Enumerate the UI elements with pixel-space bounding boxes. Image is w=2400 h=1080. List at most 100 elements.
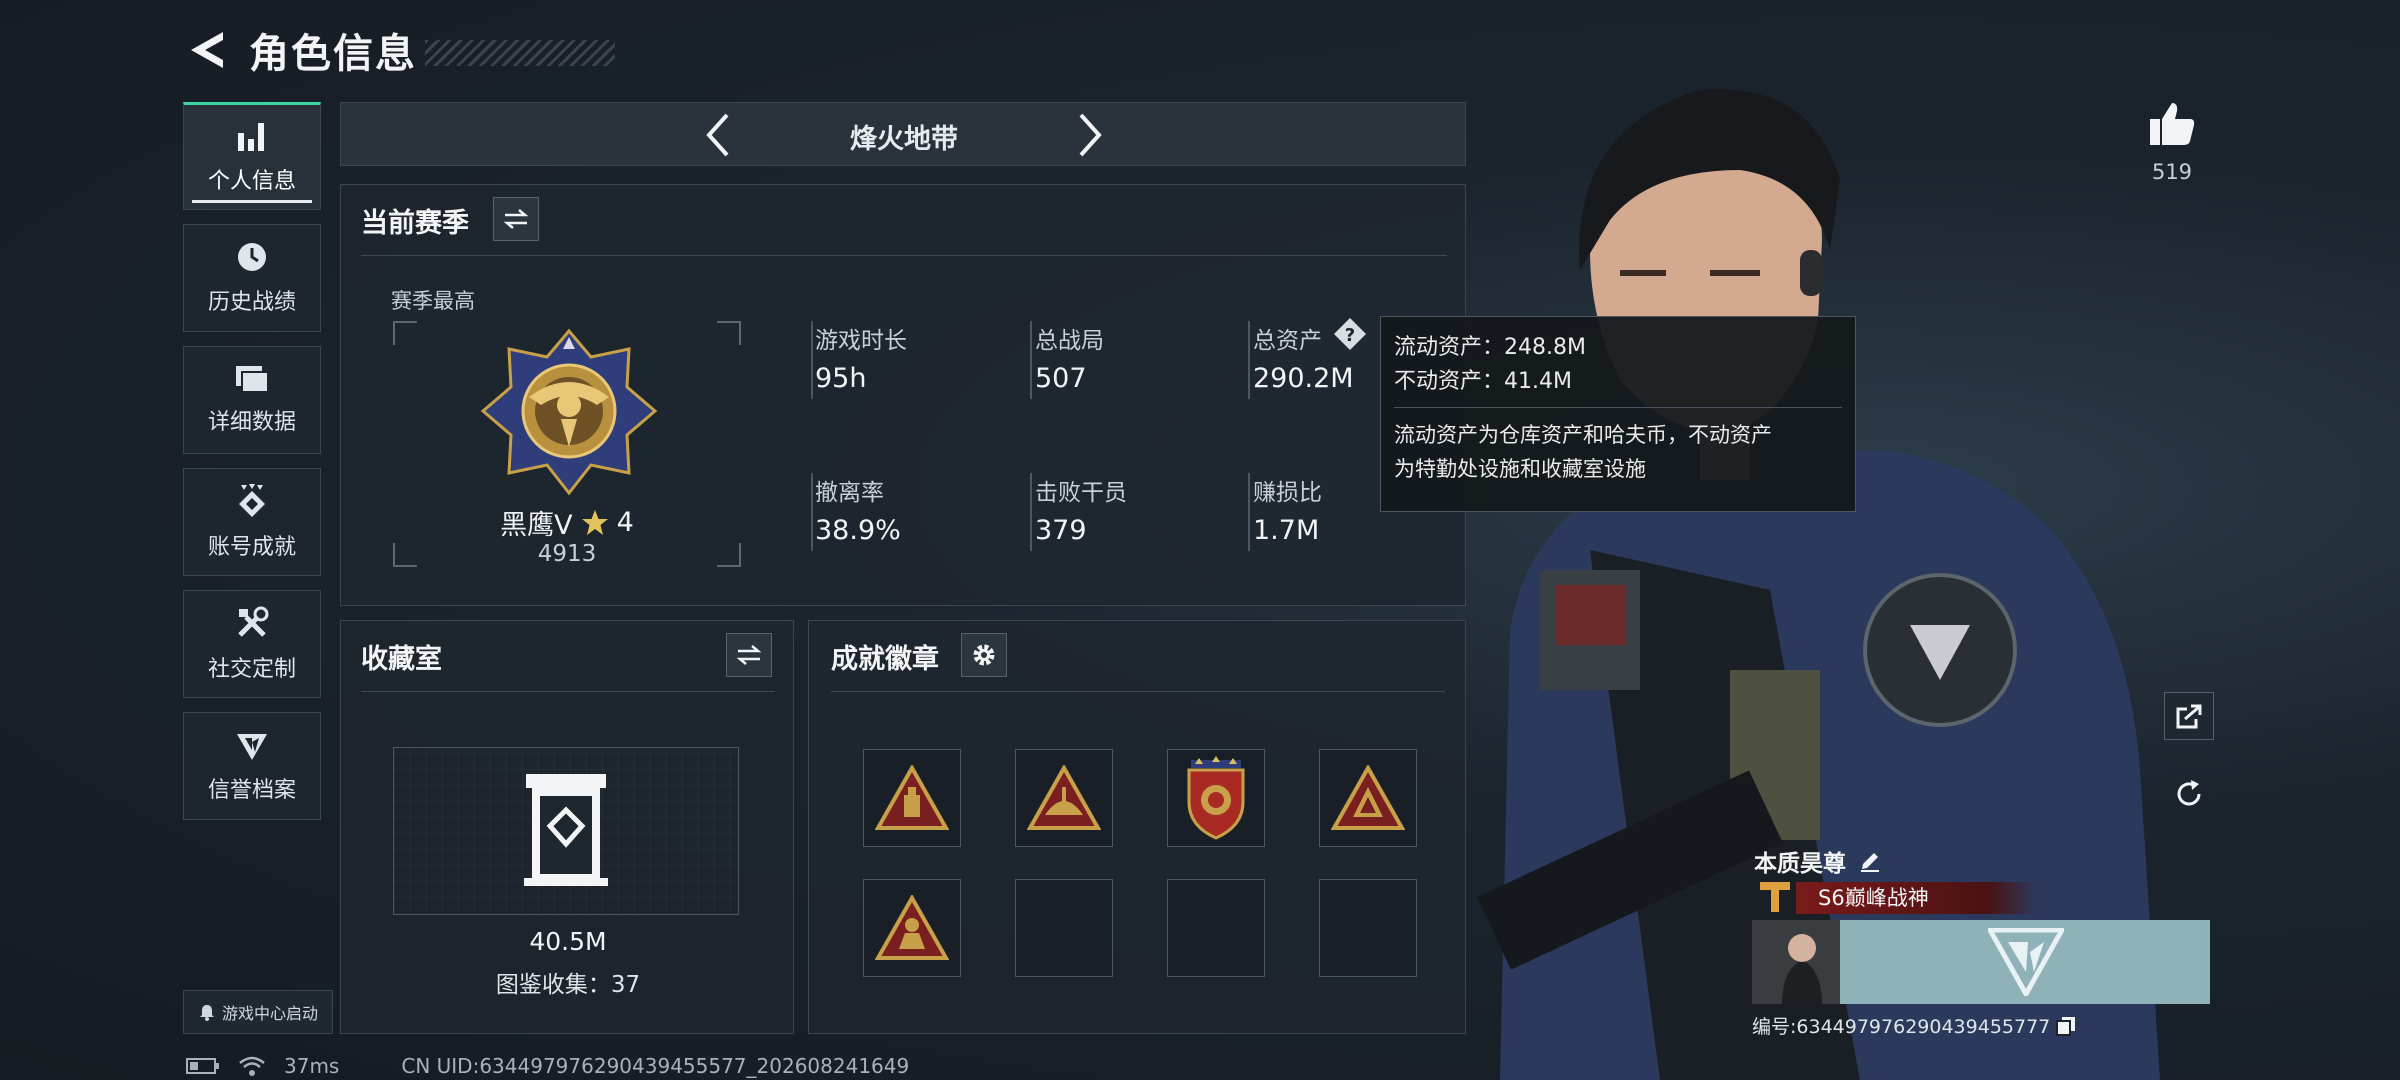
rotate-button[interactable] — [2164, 770, 2214, 818]
badges-panel: 成就徽章 — [808, 620, 1466, 1034]
achievement-icon — [239, 484, 265, 517]
chevron-right-icon — [1079, 113, 1102, 157]
asset-tooltip: 流动资产：248.8M 不动资产：41.4M 流动资产为仓库资产和哈夫币，不动资… — [1380, 316, 1856, 512]
stat-label: 赚损比 — [1253, 480, 1322, 506]
rank-stars: 4 — [616, 507, 634, 538]
svg-text:?: ? — [1345, 325, 1355, 346]
thumbs-up-icon — [2150, 103, 2195, 145]
edit-icon[interactable] — [1858, 849, 1882, 873]
badge-slot[interactable] — [863, 749, 961, 847]
stat-divider — [1248, 473, 1250, 551]
tooltip-divider — [1394, 407, 1842, 408]
sidebar-item-achievements[interactable]: 账号成就 — [183, 468, 321, 576]
collection-switch-button[interactable] — [726, 633, 772, 677]
swap-icon — [736, 645, 762, 665]
badges-settings-button[interactable] — [961, 633, 1007, 677]
sidebar-item-details[interactable]: 详细数据 — [183, 346, 321, 454]
sidebar-item-label: 账号成就 — [207, 535, 296, 560]
status-bar: 37ms CN UID:634497976290439455577_202608… — [186, 1054, 909, 1078]
sidebar-item-label: 详细数据 — [207, 410, 296, 435]
folder-icon — [236, 366, 269, 393]
battery-icon — [186, 1058, 219, 1074]
badge-slot[interactable] — [1319, 749, 1417, 847]
frame-corner — [717, 321, 741, 345]
sidebar-item-social[interactable]: 社交定制 — [183, 590, 321, 698]
shield-badge-icon — [1187, 756, 1245, 840]
header: 角色信息 — [185, 20, 615, 80]
sidebar-item-reputation[interactable]: 信誉档案 — [183, 712, 321, 820]
swap-icon — [503, 209, 529, 229]
mode-next-button[interactable] — [1065, 109, 1115, 161]
reputation-icon — [237, 734, 267, 760]
bell-icon — [199, 1005, 214, 1021]
sidebar-item-personal-info[interactable]: 个人信息 — [183, 102, 321, 210]
collection-panel: 收藏室 40.5M 图鉴收集：37 — [340, 620, 794, 1034]
wifi-icon — [239, 1056, 265, 1076]
badges-title: 成就徽章 — [831, 644, 939, 675]
like-button[interactable] — [2144, 96, 2200, 152]
back-arrow-icon — [191, 32, 223, 68]
help-icon: ? — [1334, 318, 1366, 350]
tools-icon — [238, 606, 269, 637]
badge-slot-empty[interactable] — [1015, 879, 1113, 977]
profile-name-row: 本质昊尊 — [1754, 844, 1882, 878]
rank-points: 4913 — [537, 541, 597, 567]
collection-value: 40.5M — [529, 927, 607, 956]
badge-slot[interactable] — [863, 879, 961, 977]
season-switch-button[interactable] — [493, 197, 539, 241]
triangle-badge-icon — [1331, 765, 1405, 830]
clock-icon — [238, 243, 266, 271]
collection-count: 图鉴收集：37 — [495, 972, 641, 998]
page-title: 角色信息 — [249, 31, 417, 77]
badge-slot[interactable] — [1015, 749, 1113, 847]
share-button[interactable] — [2164, 692, 2214, 740]
name-card-banner[interactable] — [1752, 920, 2210, 1004]
stat-value: 1.7M — [1253, 515, 1320, 546]
badge-slot-empty[interactable] — [1167, 879, 1265, 977]
bar-chart-icon — [238, 123, 264, 151]
like-count: 519 — [2151, 160, 2193, 184]
stat-divider — [811, 321, 813, 399]
collection-title: 收藏室 — [361, 644, 442, 675]
mode-selector: 烽火地带 — [340, 102, 1466, 166]
ping-text: 37ms — [284, 1054, 340, 1078]
game-center-launch-button[interactable]: 游戏中心启动 — [183, 990, 333, 1034]
collection-display[interactable] — [393, 747, 739, 915]
season-best-label: 赛季最高 — [391, 289, 475, 313]
badge-slot-empty[interactable] — [1319, 879, 1417, 977]
stat-value: 38.9% — [815, 515, 901, 546]
collection-divider — [361, 691, 775, 692]
stat-divider — [1030, 473, 1032, 551]
stat-value: 379 — [1035, 515, 1087, 546]
stat-divider — [1248, 321, 1250, 399]
tooltip-desc-line: 流动资产为仓库资产和哈夫币，不动资产 — [1394, 423, 1772, 447]
title-decoration — [425, 40, 615, 66]
star-icon — [581, 509, 608, 535]
player-name: 本质昊尊 — [1754, 851, 1846, 877]
sidebar-item-label: 信誉档案 — [207, 778, 296, 803]
player-id-row: 编号:634497976290439455777 — [1752, 1012, 2076, 1039]
stat-value: 290.2M — [1253, 363, 1354, 394]
clan-logo-icon — [1988, 928, 2064, 996]
back-button[interactable] — [185, 25, 229, 75]
stat-label: 总战局 — [1035, 328, 1104, 354]
triangle-badge-icon — [875, 895, 949, 960]
title-badge: S6巅峰战神 — [1796, 882, 2036, 914]
avatar — [1752, 920, 1840, 1004]
gear-icon — [973, 644, 995, 666]
stat-label: 游戏时长 — [815, 328, 907, 354]
asset-help-button[interactable]: ? — [1333, 317, 1367, 351]
season-panel: 当前赛季 赛季最高 黑鹰Ⅴ 4 4913 游戏时长 95h 总战局 507 总资… — [340, 184, 1466, 606]
sidebar-item-history[interactable]: 历史战绩 — [183, 224, 321, 332]
stat-value: 95h — [815, 363, 867, 394]
badges-divider — [831, 691, 1445, 692]
avatar-image — [1752, 920, 1840, 1004]
rank-t-icon — [1760, 882, 1790, 912]
rank-emblem-icon — [480, 328, 658, 496]
mode-prev-button[interactable] — [693, 109, 743, 161]
stat-label: 击败干员 — [1035, 480, 1127, 506]
stat-value: 507 — [1035, 363, 1087, 394]
badge-slot[interactable] — [1167, 749, 1265, 847]
copy-icon[interactable] — [2056, 1016, 2076, 1036]
sidebar-item-label: 社交定制 — [207, 657, 296, 682]
